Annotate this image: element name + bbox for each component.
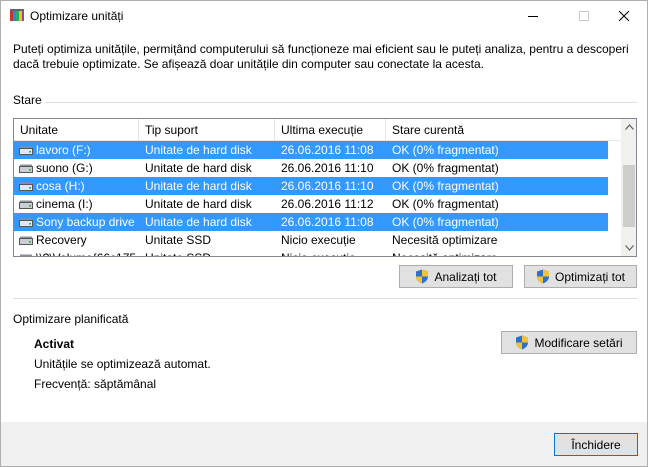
column-header-media-type[interactable]: Tip suport [139, 119, 275, 141]
drive-row[interactable]: cinema (I:) Unitate de hard disk 26.06.201… [14, 195, 608, 213]
cell-current-status: Necesită optimizare [392, 249, 604, 256]
column-header-last-run[interactable]: Ultima execuție [275, 119, 386, 141]
uac-shield-icon [416, 269, 429, 284]
scheduled-optimization-label: Optimizare planificată [13, 312, 129, 326]
optimize-all-button[interactable]: Optimizați tot [524, 265, 637, 288]
frequency-text: Frecvență: săptămânal [34, 377, 157, 391]
cell-current-status: OK (0% fragmentat) [392, 161, 499, 175]
drive-list-header: Unitate Tip suport Ultima execuție Stare… [14, 119, 621, 141]
maximize-icon [579, 11, 589, 21]
scroll-up-button[interactable] [621, 119, 636, 135]
cell-drive: Recovery [36, 233, 87, 247]
status-group-divider [13, 102, 637, 103]
title-bar: Optimizare unități [1, 1, 647, 31]
scroll-down-button[interactable] [621, 240, 636, 256]
drive-row[interactable]: \\?\Volume{66c175... Unitate SSD Nicio exe… [14, 249, 608, 256]
cell-drive: cosa (H:) [36, 179, 85, 193]
cell-media-type: Unitate de hard disk [145, 179, 252, 193]
optimize-all-label: Optimizați tot [554, 269, 626, 284]
drive-row[interactable]: Recovery Unitate SSD Nicio execuție Necesit… [14, 231, 608, 249]
cell-drive: Sony backup drive ... [36, 215, 137, 229]
cell-last-run: 26.06.2016 11:12 [281, 197, 374, 211]
drive-row[interactable]: lavoro (F:) Unitate de hard disk 26.06.201… [14, 141, 608, 159]
analyze-all-label: Analizați tot [434, 269, 497, 284]
chevron-down-icon [624, 245, 634, 251]
close-label: Închidere [571, 437, 621, 452]
auto-optimize-text: Unitățile se optimizează automat. [34, 357, 211, 371]
cell-media-type: Unitate de hard disk [145, 143, 252, 157]
cell-current-status: Necesită optimizare [392, 233, 498, 247]
cell-media-type: Unitate SSD [145, 233, 212, 247]
cell-media-type: Unitate de hard disk [145, 215, 252, 229]
close-window-button[interactable] [601, 1, 647, 31]
cell-drive: lavoro (F:) [36, 143, 91, 157]
drive-row[interactable]: Sony backup drive ... Unitate de hard dis… [14, 213, 608, 231]
cell-drive: cinema (I:) [36, 197, 93, 211]
uac-shield-icon [516, 335, 529, 350]
hard-disk-icon [19, 164, 33, 173]
status-group-label: Stare [13, 93, 46, 107]
drive-row[interactable]: cosa (H:) Unitate de hard disk 26.06.2016 … [14, 177, 608, 195]
window-title: Optimizare unități [30, 9, 124, 23]
change-settings-label: Modificare setări [534, 335, 623, 350]
chevron-up-icon [624, 124, 634, 130]
schedule-state: Activat [34, 337, 75, 351]
close-button[interactable]: Închidere [554, 433, 638, 456]
drive-list-scrollbar[interactable] [621, 119, 636, 256]
defrag-app-icon [10, 9, 24, 21]
cell-current-status: OK (0% fragmentat) [392, 215, 499, 229]
scrollbar-thumb[interactable] [623, 165, 635, 227]
minimize-button[interactable] [510, 1, 556, 31]
cell-last-run: 26.06.2016 11:08 [281, 143, 374, 157]
dialog-footer: Închidere [1, 422, 647, 466]
cell-last-run: 26.06.2016 11:08 [281, 215, 374, 229]
column-header-drive[interactable]: Unitate [14, 119, 139, 141]
column-header-current-status[interactable]: Stare curentă [386, 119, 621, 141]
cell-last-run: Nicio execuție [281, 233, 356, 247]
ssd-drive-icon [20, 254, 32, 256]
cell-media-type: Unitate de hard disk [145, 197, 252, 211]
cell-drive: suono (G:) [36, 161, 93, 175]
hard-disk-icon [19, 218, 33, 227]
cell-drive: \\?\Volume{66c175... [36, 249, 137, 256]
minimize-icon [528, 16, 538, 17]
optimize-drives-window: Optimizare unități Puteți optimiza unită… [0, 0, 648, 467]
change-settings-button[interactable]: Modificare setări [501, 331, 637, 354]
cell-media-type: Unitate SSD [145, 249, 273, 256]
drive-list[interactable]: Unitate Tip suport Ultima execuție Stare… [13, 118, 637, 257]
hard-disk-icon [19, 146, 33, 155]
cell-current-status: OK (0% fragmentat) [392, 143, 499, 157]
ssd-drive-icon [19, 236, 33, 245]
scheduled-group-divider [13, 298, 637, 299]
cell-current-status: OK (0% fragmentat) [392, 197, 499, 211]
hard-disk-icon [19, 182, 33, 191]
cell-last-run: 26.06.2016 11:10 [281, 179, 374, 193]
close-icon [619, 11, 629, 21]
uac-shield-icon [536, 269, 549, 284]
cell-last-run: Nicio execuție [281, 249, 384, 256]
hard-disk-icon [19, 200, 33, 209]
drive-row[interactable]: suono (G:) Unitate de hard disk 26.06.2016… [14, 159, 608, 177]
cell-current-status: OK (0% fragmentat) [392, 179, 499, 193]
cell-last-run: 26.06.2016 11:10 [281, 161, 374, 175]
description-text: Puteți optimiza unitățile, permițând com… [13, 42, 629, 71]
cell-media-type: Unitate de hard disk [145, 161, 252, 175]
analyze-all-button[interactable]: Analizați tot [399, 265, 513, 288]
